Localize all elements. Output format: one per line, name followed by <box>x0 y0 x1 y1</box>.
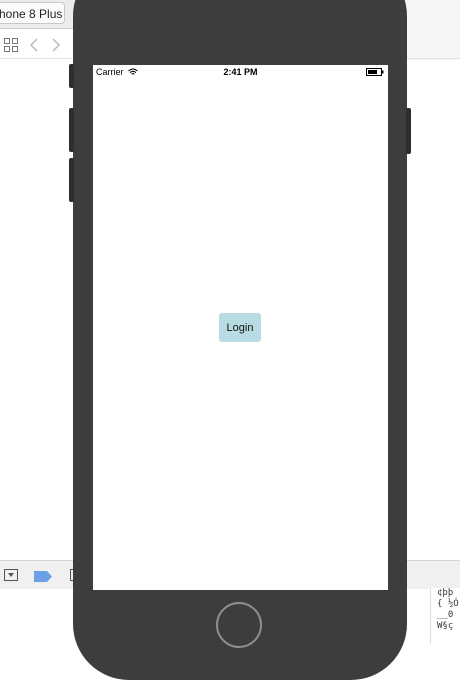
volume-down-button <box>69 158 74 202</box>
forward-arrow-icon[interactable] <box>50 37 62 53</box>
console-line: { ½Ó <box>437 599 459 609</box>
status-time: 2:41 PM <box>223 67 258 77</box>
battery-icon <box>366 68 384 76</box>
ide-navigation-bar <box>0 32 72 58</box>
dropdown-icon[interactable] <box>4 568 18 581</box>
power-button <box>406 108 411 154</box>
grid-icon[interactable] <box>4 38 18 52</box>
device-selector[interactable]: hone 8 Plus <box>0 2 65 24</box>
ide-right-panel <box>400 0 460 60</box>
home-button[interactable] <box>216 602 262 648</box>
mute-switch <box>69 64 74 88</box>
login-button[interactable]: Login <box>219 313 261 342</box>
status-bar: Carrier 2:41 PM <box>93 65 388 81</box>
device-screen: Carrier 2:41 PM Login <box>93 65 388 590</box>
console-line: W§ç <box>437 621 454 631</box>
console-line: ¢þþ <box>437 588 454 598</box>
debug-console: ¢þþ { ½Ó __0 W§ç <box>430 588 460 644</box>
tag-icon[interactable] <box>34 569 52 582</box>
back-arrow-icon[interactable] <box>28 37 40 53</box>
volume-up-button <box>69 108 74 152</box>
console-line: __0 <box>437 610 454 620</box>
